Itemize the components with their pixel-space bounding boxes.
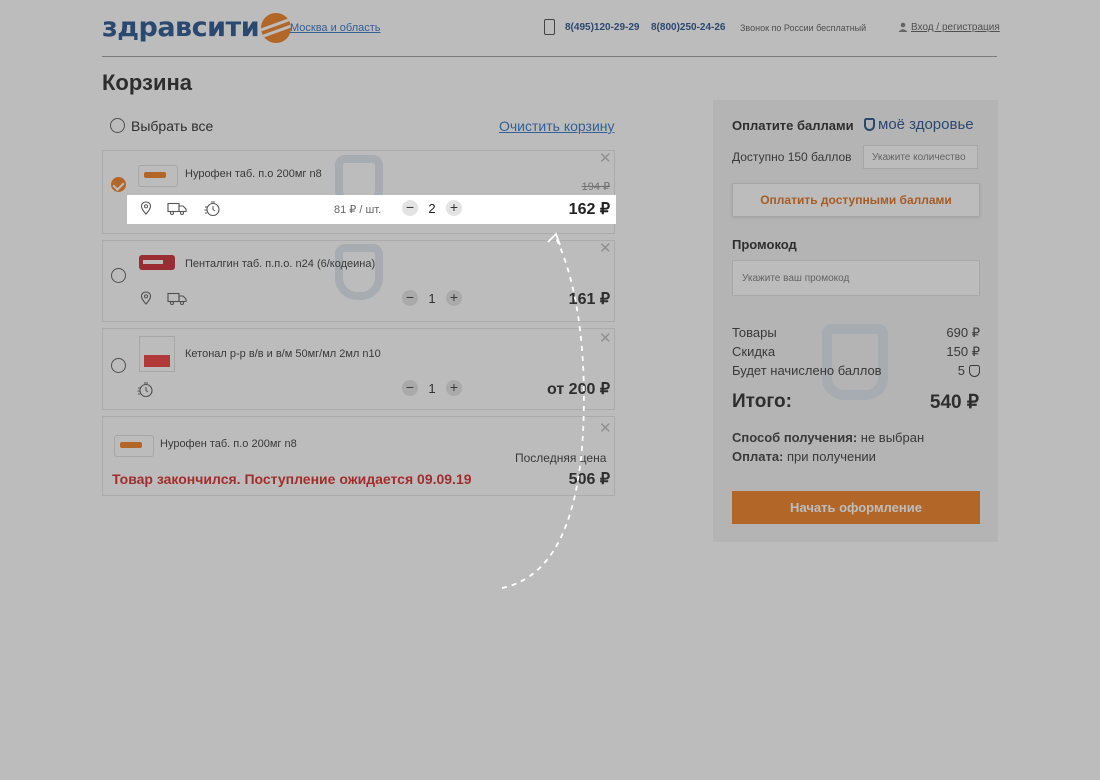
item-name[interactable]: Нурофен таб. п.о 200мг n8 [185, 168, 322, 180]
select-all-radio[interactable] [110, 118, 125, 133]
qty-increase-button[interactable]: + [446, 290, 462, 306]
points-amount-input[interactable] [863, 145, 978, 169]
item-checkbox[interactable] [111, 358, 126, 373]
remove-item-icon[interactable]: ✕ [599, 149, 612, 167]
payment-method-line: Оплата: при получении [732, 449, 876, 464]
delivery-method-line: Способ получения: не выбран [732, 430, 924, 445]
item-checkbox[interactable] [111, 268, 126, 283]
remove-item-icon[interactable]: ✕ [599, 329, 612, 347]
delivery-method-label: Способ получения: [732, 430, 858, 445]
product-thumbnail[interactable] [139, 336, 175, 372]
phone-number-russia[interactable]: 8(800)250-24-26 [651, 22, 726, 33]
delivery-truck-icon [167, 292, 187, 305]
moe-zdorovie-logo: моё здоровье [864, 116, 974, 133]
total-label: Итого: [732, 391, 792, 412]
item-name[interactable]: Кетонал р-р в/в и в/м 50мг/мл 2мл n10 [185, 348, 381, 360]
delivery-method-value: не выбран [860, 430, 925, 445]
login-link[interactable]: Вход / регистрация [911, 22, 1000, 33]
promo-title: Промокод [732, 237, 797, 252]
last-price: 506 ₽ [568, 471, 610, 488]
phone-number-moscow[interactable]: 8(495)120-29-29 [565, 22, 640, 33]
item-name[interactable]: Нурофен таб. п.о 200мг n8 [160, 438, 297, 450]
summary-discount-value: 150 ₽ [946, 344, 980, 359]
page-title: Корзина [102, 70, 192, 95]
item-quantity: 1 [428, 291, 436, 306]
free-call-note: Звонок по России бесплатный [740, 23, 867, 33]
product-thumbnail[interactable] [114, 435, 154, 457]
summary-points-value: 5 [957, 363, 965, 378]
product-thumbnail[interactable] [138, 165, 178, 187]
shield-icon [864, 118, 875, 131]
points-shield-icon [969, 365, 980, 377]
qty-decrease-button[interactable]: − [402, 290, 418, 306]
location-pin-icon [140, 291, 152, 305]
available-points: Доступно 150 баллов [732, 150, 852, 164]
watermark-shield-icon [335, 244, 383, 300]
remove-item-icon[interactable]: ✕ [599, 239, 612, 257]
logo[interactable]: здравсити [102, 12, 292, 43]
logo-ball-icon [261, 12, 292, 43]
item-checked-checkbox[interactable] [111, 177, 126, 192]
timer-icon [137, 382, 153, 398]
clear-cart-link[interactable]: Очистить корзину [499, 118, 615, 134]
item-name[interactable]: Пенталгин таб. п.п.о. n24 (6/кодеина) [185, 258, 375, 270]
item-old-price: 194 ₽ [581, 181, 610, 193]
program-logo-text: моё здоровье [878, 116, 974, 133]
payment-method-label: Оплата: [732, 449, 784, 464]
remove-item-icon[interactable]: ✕ [599, 419, 612, 437]
item-quantity: 1 [428, 381, 436, 396]
summary-goods-label: Товары [732, 325, 777, 340]
phone-icon [544, 19, 555, 35]
payment-method-value: при получении [787, 449, 876, 464]
total-value: 540 ₽ [929, 392, 979, 413]
qty-increase-button[interactable]: + [446, 380, 462, 396]
out-of-stock-message: Товар закончился. Поступление ожидается … [112, 471, 472, 487]
summary-discount-label: Скидка [732, 344, 776, 359]
product-thumbnail[interactable] [139, 255, 175, 270]
item-price: от 200 ₽ [547, 381, 610, 398]
start-checkout-button[interactable]: Начать оформление [732, 491, 980, 524]
region-link[interactable]: Москва и область [290, 22, 381, 34]
last-price-label: Последняя цена [515, 451, 607, 465]
header-divider [102, 56, 997, 57]
promo-code-input[interactable] [732, 260, 980, 296]
pay-with-points-button[interactable]: Оплатить доступными баллами [732, 183, 980, 217]
spotlight-controls-row [127, 195, 616, 224]
qty-decrease-button[interactable]: − [402, 380, 418, 396]
logo-text: здравсити [102, 12, 260, 43]
select-all-label[interactable]: Выбрать все [131, 118, 213, 134]
summary-goods-value: 690 ₽ [946, 325, 980, 340]
pay-points-title: Оплатите баллами [732, 118, 854, 133]
user-icon [898, 22, 908, 32]
item-price: 161 ₽ [568, 291, 610, 308]
